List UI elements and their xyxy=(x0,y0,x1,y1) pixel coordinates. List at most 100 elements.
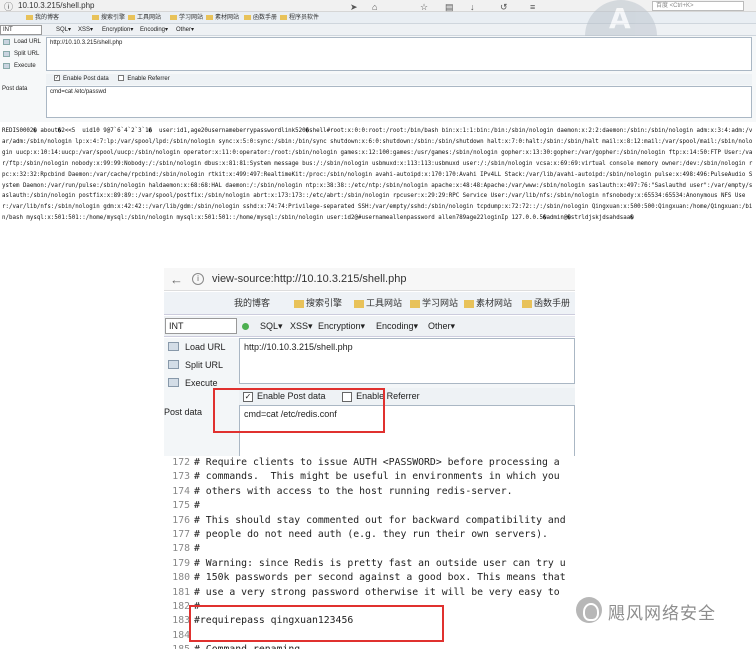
bookmark-item[interactable]: 学习网站 xyxy=(410,292,458,315)
code-line: 177 # people do not need auth (e.g. they … xyxy=(164,528,548,542)
zoom-url[interactable]: view-source:http://10.10.3.215/shell.php xyxy=(212,268,406,291)
folder-icon xyxy=(128,14,135,20)
bookmark-item[interactable]: 工具网站 xyxy=(354,292,402,315)
bookmark-item[interactable]: 我的博客 xyxy=(26,12,59,24)
zoom-address-bar: ← i view-source:http://10.10.3.215/shell… xyxy=(164,268,575,291)
options-row: ✓ Enable Post data Enable Referrer xyxy=(46,74,752,85)
int-select[interactable]: INT xyxy=(165,318,237,334)
status-dot-icon xyxy=(242,323,249,330)
bookmark-item[interactable]: 搜索引擎 xyxy=(92,12,125,24)
code-text: # commands. This might be useful in envi… xyxy=(194,471,560,483)
load-url-icon xyxy=(168,342,179,351)
code-text: # 150k passwords per second against a go… xyxy=(194,572,566,584)
bookmark-item[interactable]: 函数手册 xyxy=(244,12,277,24)
code-line: 175 # xyxy=(164,499,200,513)
watermark-logo-icon xyxy=(576,597,602,623)
folder-icon xyxy=(26,14,33,20)
zoom-sidebar: Load URL Split URL Execute xyxy=(164,338,240,392)
execute-button[interactable]: Execute xyxy=(0,60,44,72)
line-number: 176 xyxy=(172,514,190,526)
folder-icon xyxy=(410,299,420,308)
menu-encryption[interactable]: Encryption▾ xyxy=(318,316,365,337)
code-line: 180 # 150k passwords per second against a… xyxy=(164,571,566,585)
bookmark-item[interactable]: 搜索引擎 xyxy=(294,292,342,315)
bookmark-item[interactable]: 素材网站 xyxy=(206,12,239,24)
line-number: 180 xyxy=(172,572,190,584)
bookmark-item[interactable]: 程序员软件 xyxy=(280,12,319,24)
split-url-button[interactable]: Split URL xyxy=(0,48,44,60)
zoom-bookmark-bar: 我的博客 搜索引擎 工具网站 学习网站 素材网站 函数手册 xyxy=(164,292,575,315)
bookmark-item[interactable]: 我的博客 xyxy=(234,292,270,315)
menu-sql[interactable]: SQL▾ xyxy=(260,316,283,337)
bookmark-item[interactable]: 素材网站 xyxy=(464,292,512,315)
line-number: 173 xyxy=(172,471,190,483)
url-textarea[interactable]: http://10.10.3.215/shell.php xyxy=(239,338,575,384)
bookmark-item[interactable]: 学习网站 xyxy=(170,12,203,24)
line-number: 179 xyxy=(172,557,190,569)
code-text: # use a very strong password otherwise i… xyxy=(194,586,560,598)
highlight-requirepass xyxy=(189,605,444,642)
code-text: # people do not need auth (e.g. they run… xyxy=(194,529,548,540)
load-url-button[interactable]: Load URL xyxy=(0,36,44,48)
code-text: # others with access to the host running… xyxy=(194,485,513,497)
post-data-textarea[interactable]: cmd=cat /etc/passwd xyxy=(46,86,752,118)
code-line: 172 # Require clients to issue AUTH <PASS… xyxy=(164,456,560,470)
folder-icon xyxy=(522,299,532,308)
post-data-label: Post data xyxy=(164,407,203,417)
search-input[interactable]: 百度 <Ctrl+K> xyxy=(652,1,744,11)
code-line: 174 # others with access to the host runn… xyxy=(164,485,513,499)
enable-referrer-checkbox[interactable] xyxy=(118,75,125,82)
post-data-label: Post data xyxy=(2,86,28,92)
execute-icon xyxy=(168,378,179,387)
line-number: 177 xyxy=(172,529,190,540)
load-url-button[interactable]: Load URL xyxy=(164,338,240,356)
url-textarea[interactable]: http://10.10.3.215/shell.php xyxy=(46,37,752,71)
code-text: # This should stay commented out for bac… xyxy=(194,514,566,526)
top-url[interactable]: 10.10.3.215/shell.php xyxy=(18,0,95,12)
menu-sql[interactable]: SQL▾ xyxy=(56,24,71,36)
folder-icon xyxy=(354,299,364,308)
folder-icon xyxy=(464,299,474,308)
execute-icon xyxy=(3,63,10,69)
code-line: 179 # Warning: since Redis is pretty fast… xyxy=(164,557,566,571)
split-url-icon xyxy=(3,51,10,57)
highlight-post-box xyxy=(213,388,385,433)
top-screenshot: ⓘ 10.10.3.215/shell.php ➤ ⌂ ☆ ▤ ↓ ↺ ≡ 百度… xyxy=(0,0,756,122)
menu-xss[interactable]: XSS▾ xyxy=(290,316,313,337)
line-number: 172 xyxy=(172,457,190,468)
menu-other[interactable]: Other▾ xyxy=(176,24,194,36)
menu-xss[interactable]: XSS▾ xyxy=(78,24,93,36)
code-text: # Require clients to issue AUTH <PASSWOR… xyxy=(194,457,560,468)
load-url-icon xyxy=(3,39,10,45)
menu-encryption[interactable]: Encryption▾ xyxy=(102,24,133,36)
folder-icon xyxy=(206,14,213,20)
bookmark-item[interactable]: 函数手册 xyxy=(522,292,570,315)
response-output: REDIS0002� about�2<<5 uid10 9@7`6`4`2`3`… xyxy=(2,128,753,222)
code-line: 185# Command renaming. xyxy=(164,643,306,649)
int-select[interactable]: INT xyxy=(0,25,42,35)
code-text: # xyxy=(194,500,200,512)
code-text: # Warning: since Redis is pretty fast an… xyxy=(194,557,566,569)
folder-icon xyxy=(170,14,177,20)
zoom-hackbar-menu: INT SQL▾ XSS▾ Encryption▾ Encoding▾ Othe… xyxy=(164,316,575,337)
line-number: 178 xyxy=(172,543,190,555)
bookmark-item[interactable]: 工具网站 xyxy=(128,12,161,24)
folder-icon xyxy=(244,14,251,20)
enable-referrer-label: Enable Referrer xyxy=(127,76,170,82)
menu-encoding[interactable]: Encoding▾ xyxy=(140,24,168,36)
code-line: 176 # This should stay commented out for … xyxy=(164,514,566,528)
menu-encoding[interactable]: Encoding▾ xyxy=(376,316,418,337)
code-line: 173 # commands. This might be useful in e… xyxy=(164,470,560,484)
top-sidebar: Load URL Split URL Execute xyxy=(0,36,44,72)
split-url-button[interactable]: Split URL xyxy=(164,356,240,374)
top-hackbar-panel: Load URL Split URL Execute http://10.10.… xyxy=(0,36,756,122)
enable-post-checkbox[interactable]: ✓ xyxy=(54,75,60,82)
zoom-screenshot: ← i view-source:http://10.10.3.215/shell… xyxy=(164,268,575,649)
info-icon[interactable]: i xyxy=(192,273,204,285)
back-icon[interactable]: ← xyxy=(170,268,183,291)
code-text: # Command renaming. xyxy=(194,644,306,649)
menu-other[interactable]: Other▾ xyxy=(428,316,455,337)
folder-icon xyxy=(92,14,99,20)
code-line: 181 # use a very strong password otherwis… xyxy=(164,586,560,600)
code-text: # xyxy=(194,543,200,555)
